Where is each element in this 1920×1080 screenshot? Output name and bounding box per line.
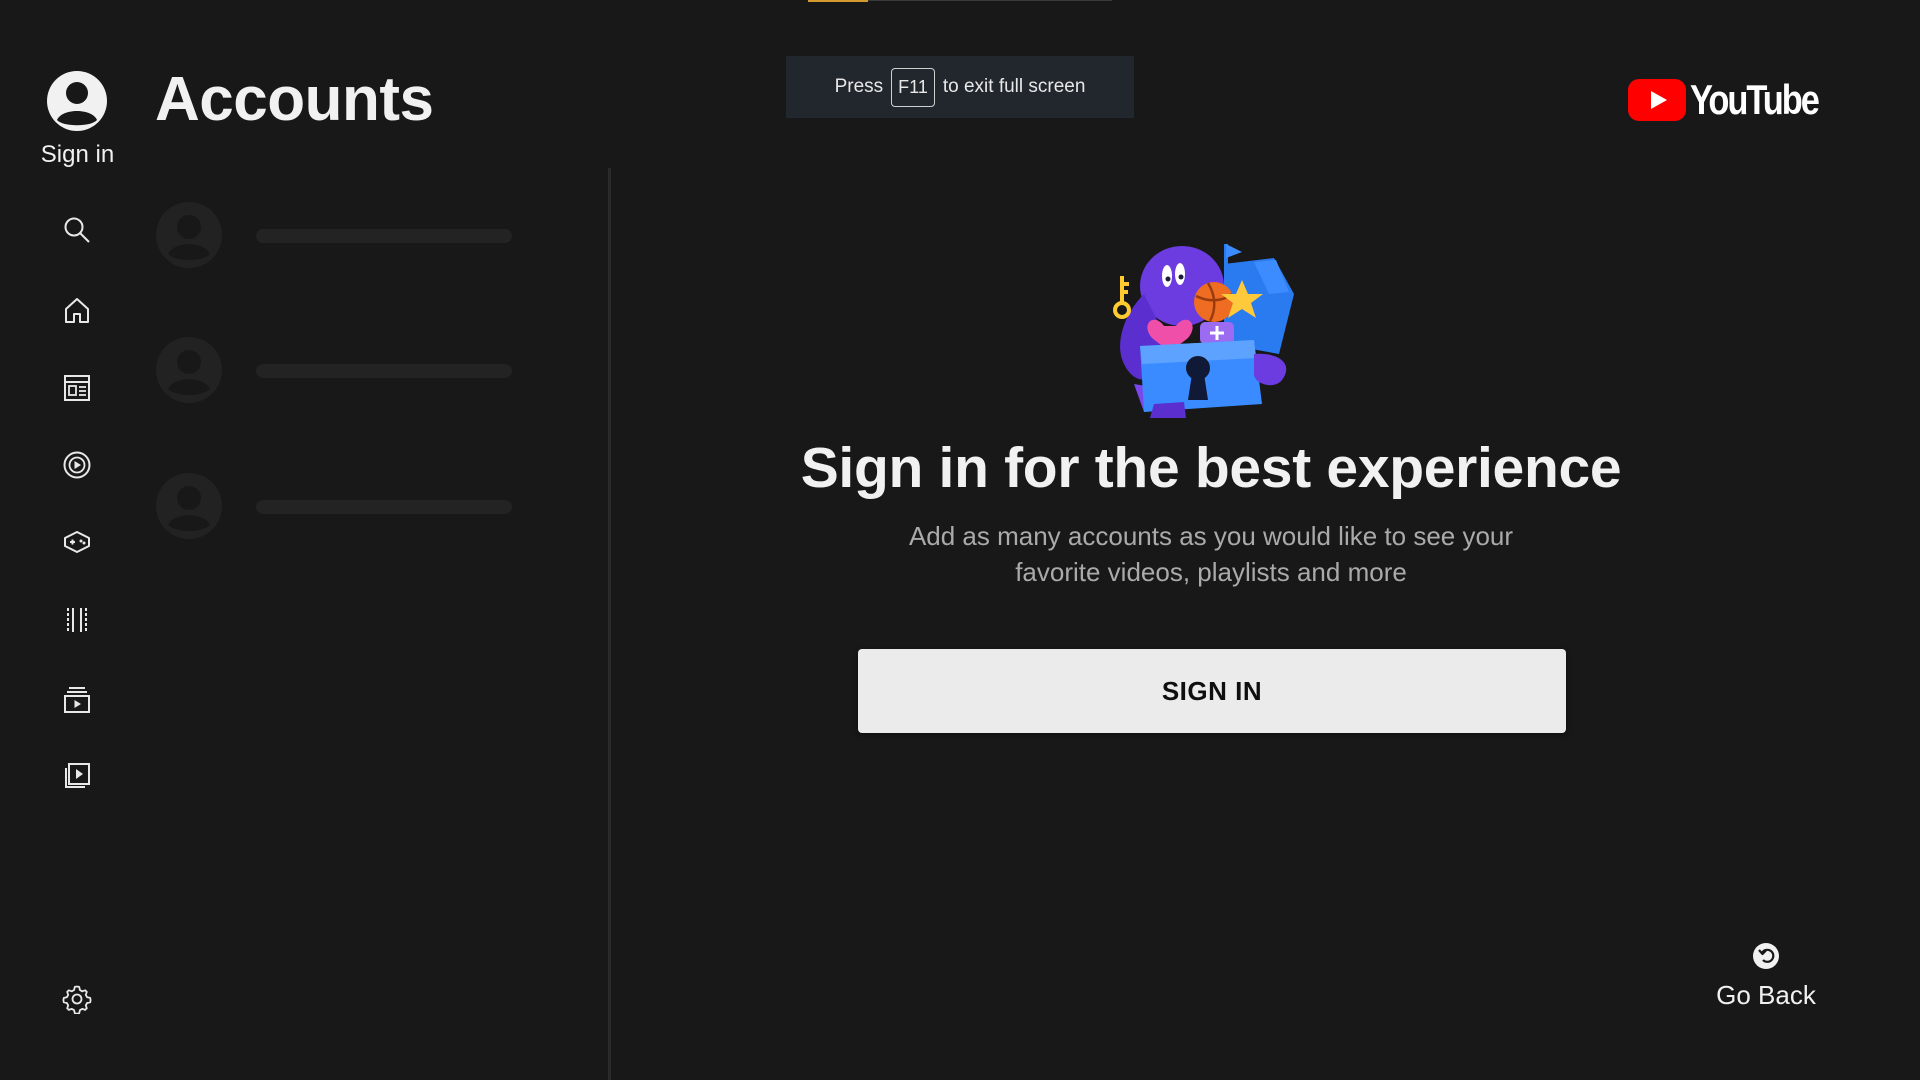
avatar-placeholder-icon bbox=[156, 202, 222, 268]
sign-in-headline: Sign in for the best experience bbox=[800, 436, 1622, 500]
sign-in-description: Add as many accounts as you would like t… bbox=[811, 518, 1611, 590]
name-placeholder bbox=[256, 229, 512, 243]
gear-icon[interactable] bbox=[61, 983, 93, 1015]
treasure-chest-illustration bbox=[1113, 244, 1294, 418]
go-back-button[interactable]: Go Back bbox=[1700, 942, 1832, 1022]
youtube-wordmark: YouTube bbox=[1690, 76, 1820, 123]
name-placeholder bbox=[256, 500, 512, 514]
description-line-1: Add as many accounts as you would like t… bbox=[908, 521, 1514, 551]
sign-in-label[interactable]: Sign in bbox=[0, 141, 155, 169]
accounts-screen: Sign in Accounts Press F11 to exit full … bbox=[0, 0, 1920, 1080]
loading-bar-track bbox=[868, 0, 1112, 1]
playlist-icon[interactable] bbox=[61, 760, 93, 792]
description-line-2: favorite videos, playlists and more bbox=[1015, 557, 1407, 587]
toast-key: F11 bbox=[891, 67, 935, 107]
go-back-label: Go Back bbox=[1716, 980, 1816, 1010]
search-icon[interactable] bbox=[61, 214, 93, 246]
account-placeholder bbox=[156, 202, 516, 272]
page-title: Accounts bbox=[155, 65, 434, 134]
subscriptions-icon[interactable] bbox=[61, 372, 93, 404]
sign-in-button[interactable]: SIGN IN bbox=[858, 649, 1566, 733]
avatar-placeholder-icon bbox=[156, 337, 222, 403]
toast-suffix: to exit full screen bbox=[942, 76, 1086, 97]
home-icon[interactable] bbox=[61, 294, 93, 326]
account-avatar-icon[interactable] bbox=[46, 70, 108, 132]
account-placeholder bbox=[156, 473, 516, 543]
panel-divider bbox=[608, 168, 611, 1080]
music-icon[interactable] bbox=[61, 449, 93, 481]
back-arrow-icon bbox=[1753, 943, 1779, 969]
account-placeholder bbox=[156, 337, 516, 407]
fullscreen-toast: Press F11 to exit full screen bbox=[786, 56, 1134, 118]
avatar-placeholder-icon bbox=[156, 473, 222, 539]
loading-bar bbox=[808, 0, 868, 2]
side-rail: Sign in bbox=[0, 0, 155, 1080]
library-icon[interactable] bbox=[61, 684, 93, 716]
movies-icon[interactable] bbox=[61, 604, 93, 636]
toast-prefix: Press bbox=[834, 76, 884, 97]
gaming-icon[interactable] bbox=[61, 526, 93, 558]
youtube-play-icon bbox=[1628, 79, 1686, 121]
youtube-logo: YouTube bbox=[1628, 76, 1846, 124]
name-placeholder bbox=[256, 364, 512, 378]
